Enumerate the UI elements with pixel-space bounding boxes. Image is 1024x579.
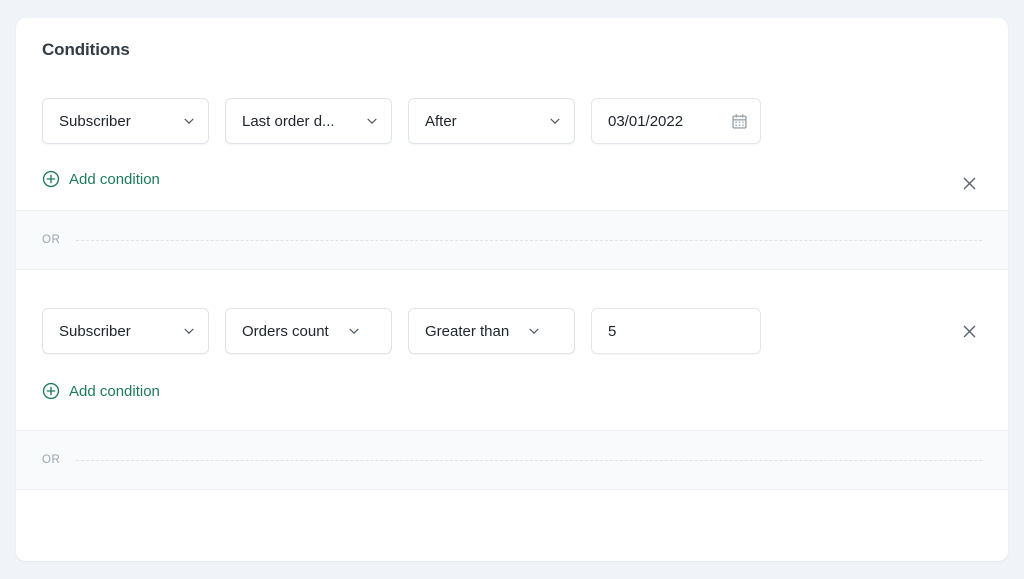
- card-footer: Add another set of conditions: [16, 490, 1008, 561]
- chevron-down-icon: [337, 324, 361, 338]
- plus-circle-icon: [42, 170, 60, 188]
- condition-operator-value: After: [425, 112, 457, 130]
- or-divider-line: [76, 239, 982, 241]
- condition-date-input[interactable]: 03/01/2022: [591, 98, 761, 144]
- condition-operator-value: Greater than: [425, 322, 510, 340]
- calendar-icon[interactable]: [731, 113, 748, 130]
- or-divider-label: OR: [42, 234, 61, 246]
- condition-field-value: Last order d...: [242, 112, 335, 130]
- condition-field-value: Orders count: [242, 322, 329, 340]
- add-condition-label: Add condition: [69, 170, 160, 188]
- close-icon: [961, 175, 978, 195]
- plus-circle-icon: [42, 382, 60, 400]
- chevron-down-icon: [355, 114, 379, 128]
- condition-field-select[interactable]: Last order d...: [225, 98, 392, 144]
- chevron-down-icon: [538, 114, 562, 128]
- page-title: Conditions: [42, 40, 130, 59]
- condition-operator-select[interactable]: After: [408, 98, 575, 144]
- add-condition-button[interactable]: Add condition: [42, 382, 160, 400]
- condition-row: Subscriber Last order d... After 03/01/2…: [42, 98, 761, 144]
- remove-condition-button[interactable]: [952, 316, 986, 350]
- or-divider: OR: [16, 210, 1008, 270]
- remove-condition-button[interactable]: [952, 168, 986, 202]
- condition-subject-value: Subscriber: [59, 322, 131, 340]
- condition-date-value: 03/01/2022: [608, 112, 684, 130]
- condition-field-select[interactable]: Orders count: [225, 308, 392, 354]
- condition-row: Subscriber Orders count Greater than 5: [42, 308, 761, 354]
- or-divider: OR: [16, 430, 1008, 490]
- condition-group-2: Subscriber Orders count Greater than 5 A…: [16, 288, 1008, 430]
- or-divider-label: OR: [42, 454, 61, 466]
- condition-value-text: 5: [608, 322, 617, 340]
- condition-subject-select[interactable]: Subscriber: [42, 98, 209, 144]
- app-root: Conditions Subscriber Last order d... Af…: [0, 0, 1024, 579]
- chevron-down-icon: [172, 114, 196, 128]
- close-icon: [961, 323, 978, 343]
- chevron-down-icon: [517, 324, 541, 338]
- condition-subject-select[interactable]: Subscriber: [42, 308, 209, 354]
- condition-group-1: Subscriber Last order d... After 03/01/2…: [16, 78, 1008, 210]
- condition-operator-select[interactable]: Greater than: [408, 308, 575, 354]
- conditions-card: Conditions Subscriber Last order d... Af…: [16, 18, 1008, 561]
- or-divider-line: [76, 459, 982, 461]
- add-condition-label: Add condition: [69, 382, 160, 400]
- condition-value-input[interactable]: 5: [591, 308, 761, 354]
- chevron-down-icon: [172, 324, 196, 338]
- add-condition-button[interactable]: Add condition: [42, 170, 160, 188]
- condition-subject-value: Subscriber: [59, 112, 131, 130]
